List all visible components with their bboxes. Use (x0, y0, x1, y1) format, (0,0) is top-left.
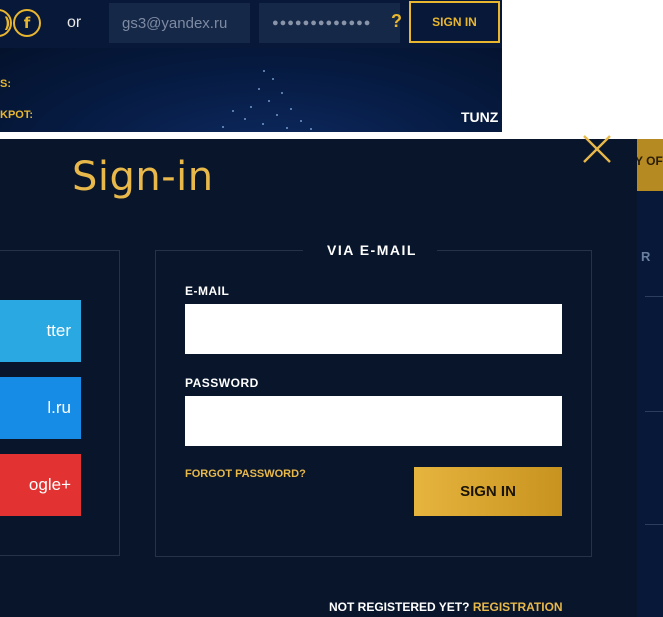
email-field[interactable] (185, 304, 562, 354)
background-column-letter: R (641, 249, 651, 264)
facebook-icon-glyph: f (23, 14, 31, 32)
email-label: E-MAIL (185, 284, 230, 298)
divider (645, 411, 663, 412)
social-icon-partial[interactable]: ) (0, 9, 12, 37)
forgot-password-link[interactable]: FORGOT PASSWORD? (185, 468, 306, 480)
top-bar: ) f or gs3@yandex.ru ●●●●●●●●●●●●● ? SIG… (0, 0, 502, 48)
facebook-icon[interactable]: f (13, 9, 41, 37)
top-password-input[interactable]: ●●●●●●●●●●●●● (259, 3, 400, 43)
divider (645, 524, 663, 525)
mailru-login-button[interactable]: l.ru (0, 377, 81, 439)
divider (645, 296, 663, 297)
banner-label-2: KPOT: (0, 109, 33, 121)
registration-prompt: NOT REGISTERED YET? REGISTRATION (329, 600, 563, 614)
password-label: PASSWORD (185, 376, 259, 390)
banner-label-1: S: (0, 78, 11, 90)
not-registered-text: NOT REGISTERED YET? (329, 600, 470, 614)
modal-title: Sign-in (72, 154, 214, 200)
forgot-password-icon[interactable]: ? (391, 11, 402, 32)
registration-link[interactable]: REGISTRATION (473, 600, 563, 614)
banner-right-text: TUNZ (461, 109, 499, 125)
twitter-login-button[interactable]: tter (0, 300, 81, 362)
or-separator: or (67, 14, 82, 31)
google-login-button[interactable]: ogle+ (0, 454, 81, 516)
background-gold-text: Y OF (637, 154, 663, 168)
jackpot-banner: S: KPOT: TUNZ (0, 48, 502, 132)
social-icon-glyph: ) (3, 14, 11, 32)
password-field[interactable] (185, 396, 562, 446)
signin-modal: Sign-in tter l.ru ogle+ VIA E-MAIL E-MAI… (0, 135, 637, 617)
background-gold-button: Y OF (637, 139, 663, 191)
signin-button[interactable]: SIGN IN (414, 467, 562, 516)
via-email-heading: VIA E-MAIL (303, 242, 437, 258)
top-signin-button[interactable]: SIGN IN (409, 1, 500, 43)
top-email-input[interactable]: gs3@yandex.ru (109, 3, 250, 43)
top-password-mask: ●●●●●●●●●●●●● (272, 17, 372, 29)
background-page-strip: Y OF R (637, 139, 663, 617)
close-icon[interactable] (582, 134, 612, 164)
